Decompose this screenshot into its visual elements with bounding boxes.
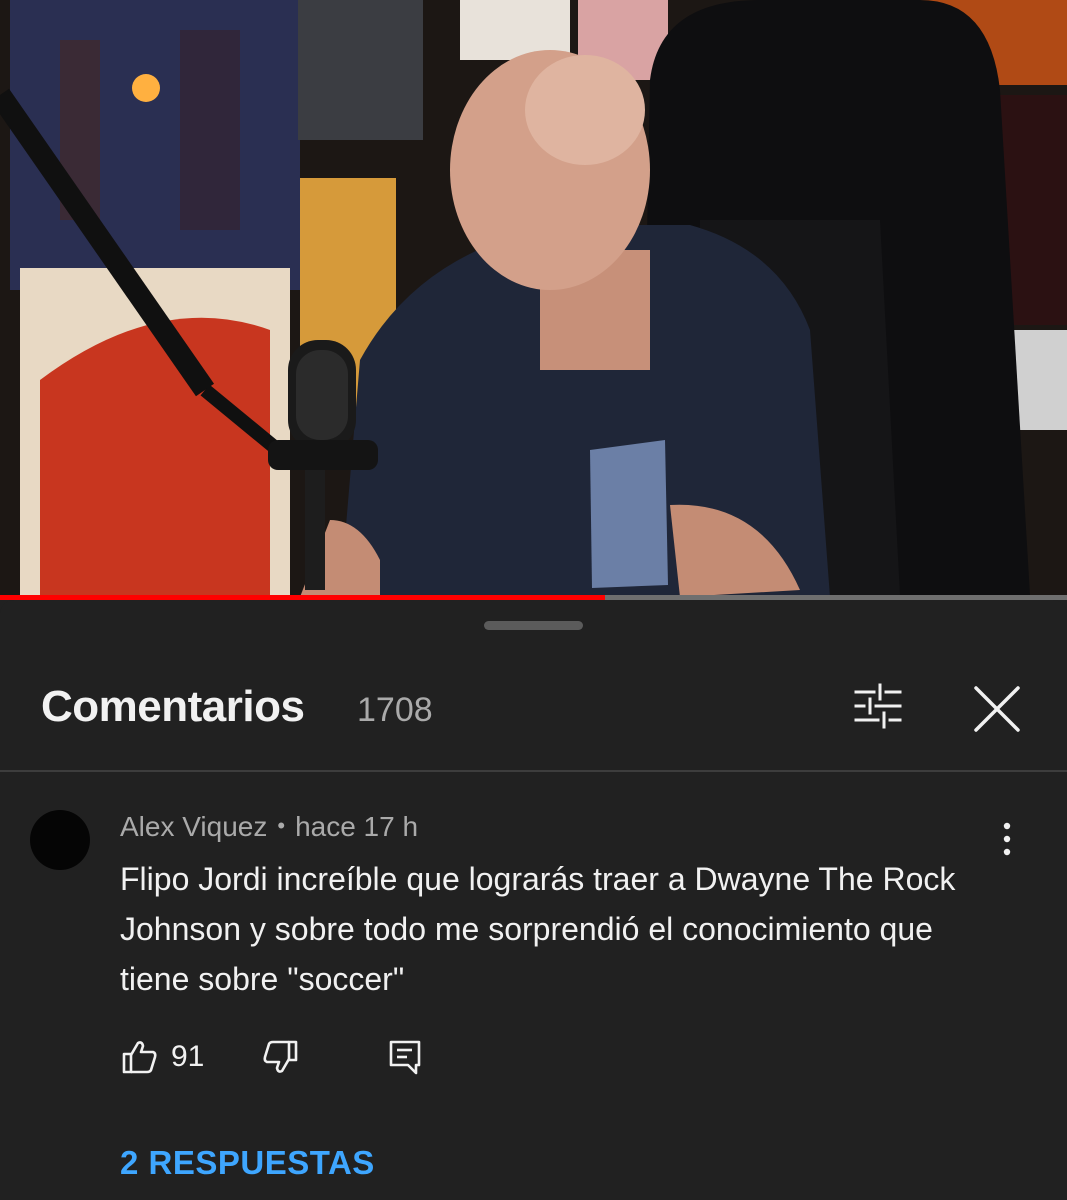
dislike-button[interactable] [260, 1037, 300, 1077]
header-divider [0, 770, 1067, 772]
reply-button[interactable] [385, 1037, 425, 1077]
comments-panel: Comentarios 1708 Alex Viquez • hace 17 h… [0, 600, 1067, 1200]
filter-button[interactable] [846, 682, 908, 730]
like-count: 91 [171, 1040, 205, 1073]
thumbs-up-icon [120, 1037, 160, 1077]
like-button[interactable] [120, 1037, 160, 1077]
video-player[interactable] [0, 0, 1067, 597]
comment-time: hace 17 h [295, 811, 419, 842]
thumbs-down-icon [260, 1037, 300, 1077]
comment-count: 1708 [357, 691, 433, 729]
avatar[interactable] [30, 810, 90, 870]
close-icon [968, 682, 1026, 736]
reply-icon [385, 1037, 425, 1077]
sliders-icon [846, 682, 908, 730]
view-replies-button[interactable]: 2 RESPUESTAS [120, 1144, 375, 1182]
comment-author[interactable]: Alex Viquez [120, 811, 267, 842]
panel-title: Comentarios [41, 682, 305, 731]
drag-handle[interactable] [484, 621, 583, 630]
close-button[interactable] [968, 682, 1026, 736]
comment-text: Flipo Jordi increíble que lograrás traer… [120, 861, 956, 997]
video-frame [0, 0, 1067, 597]
meta-separator: • [277, 813, 286, 838]
comment-meta: Alex Viquez • hace 17 h [120, 811, 418, 843]
